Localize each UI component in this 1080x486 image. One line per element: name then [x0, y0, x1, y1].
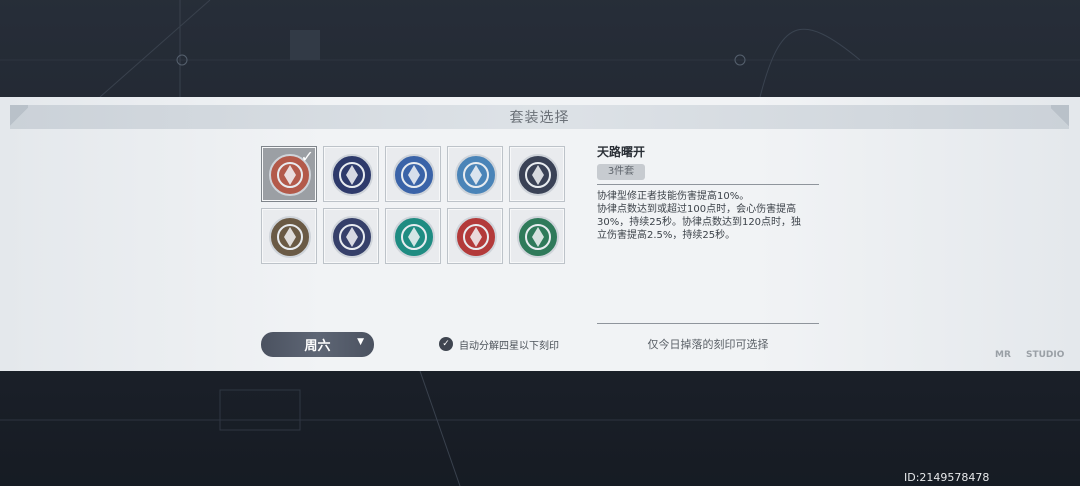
set-detail-panel: 天路曙开 3件套 协律型修正者技能伤害提高10%。 协律点数达到或超过100点时… [597, 143, 819, 242]
bronze-fan-icon [269, 216, 311, 258]
description-line: 协律型修正者技能伤害提高10%。 [597, 191, 750, 202]
screenshot-id: ID:2149578478 [904, 471, 990, 484]
mr-logo: MR [995, 350, 1011, 360]
set-pieces-badge: 3件套 [597, 164, 645, 180]
eye-orb-icon [331, 154, 373, 196]
description-line: 30%，持续25秒。协律点数达到120点时，独 [597, 217, 802, 228]
teal-shuriken-icon [393, 216, 435, 258]
set-grid: ✓ [261, 146, 569, 268]
dialog-title: 套装选择 [509, 110, 570, 126]
set-name: 天路曙开 [597, 145, 646, 159]
title-bar-left-corner [10, 105, 28, 129]
set-slot[interactable] [385, 208, 441, 264]
set-slot[interactable] [447, 146, 503, 202]
selected-check-icon: ✓ [300, 147, 314, 166]
red-sword-shield-icon [455, 216, 497, 258]
set-slot[interactable] [261, 208, 317, 264]
description-line: 立伤害提高2.5%，持续25秒。 [597, 230, 736, 241]
set-slot[interactable] [509, 208, 565, 264]
pegasus-icon [393, 154, 435, 196]
detail-divider [597, 184, 819, 185]
studio-logo: STUDIO [1026, 350, 1065, 360]
dialog-title-bar: 套装选择 [10, 105, 1069, 129]
drop-hint: 仅今日掉落的刻印可选择 [647, 338, 769, 351]
day-select-value: 周六 [304, 339, 331, 354]
check-circle-icon: ✓ [439, 337, 453, 351]
hint-divider [597, 323, 819, 324]
golden-fist-icon [517, 216, 559, 258]
set-slot[interactable] [509, 146, 565, 202]
set-slot[interactable] [385, 146, 441, 202]
auto-decompose-checkbox[interactable]: ✓ 自动分解四星以下刻印 [439, 336, 559, 352]
title-bar-right-corner [1051, 105, 1069, 129]
set-slot[interactable] [447, 208, 503, 264]
set-slot[interactable]: ✓ [261, 146, 317, 202]
caret-down-icon: ▼ [357, 337, 364, 347]
set-selection-dialog: 套装选择 ✓ 天路曙开 3件套 协律型修正者技能伤害提高10%。 协律点数达到或… [0, 97, 1080, 371]
auto-decompose-label: 自动分解四星以下刻印 [459, 340, 559, 352]
winged-horse-icon [455, 154, 497, 196]
sword-crest-icon [331, 216, 373, 258]
day-select-dropdown[interactable]: 周六 ▼ [261, 332, 374, 357]
set-slot[interactable] [323, 146, 379, 202]
set-description: 协律型修正者技能伤害提高10%。 协律点数达到或超过100点时，会心伤害提高 3… [597, 190, 819, 242]
diamond-crest-icon [517, 154, 559, 196]
description-line: 协律点数达到或超过100点时，会心伤害提高 [597, 204, 797, 215]
set-slot[interactable] [323, 208, 379, 264]
